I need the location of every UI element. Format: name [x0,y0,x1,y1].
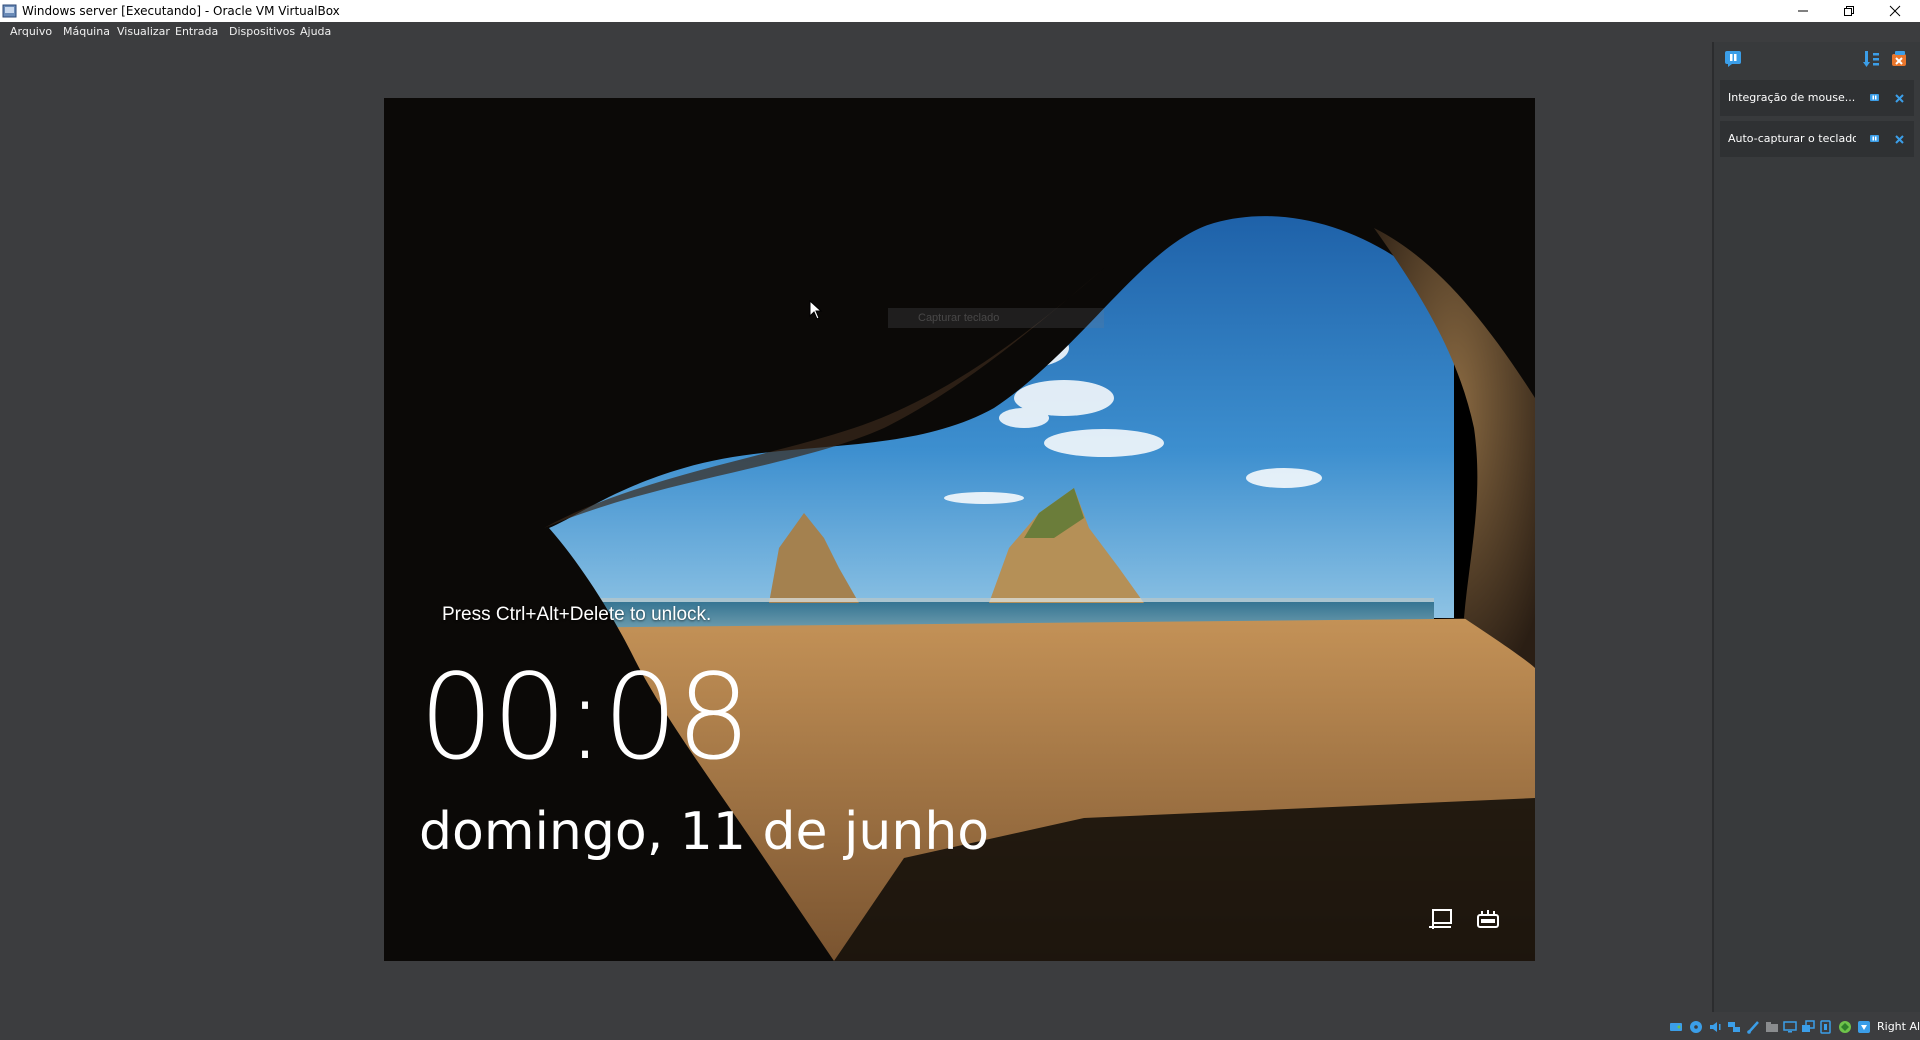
close-all-icon[interactable] [1890,50,1908,68]
network-icon[interactable] [1727,1020,1741,1034]
video-capture-icon[interactable] [1819,1020,1833,1034]
notifications-icon[interactable] [1724,50,1742,68]
menu-arquivo[interactable]: Arquivo [10,22,52,42]
recording-icon[interactable] [1801,1020,1815,1034]
vm-display[interactable]: Capturar teclado Press Ctrl+Alt+Delete t… [384,98,1535,961]
network-icon[interactable] [1426,907,1454,933]
cpu-icon[interactable] [1838,1020,1852,1034]
menu-maquina[interactable]: Máquina [63,22,110,42]
close-button[interactable] [1872,0,1918,22]
audio-icon[interactable] [1708,1020,1722,1034]
mouse-cursor-icon [809,300,823,320]
pin-icon[interactable] [1869,93,1880,104]
menu-entrada[interactable]: Entrada [175,22,218,42]
minimize-icon [1798,10,1808,12]
close-icon[interactable] [1894,134,1905,145]
hard-disk-icon[interactable] [1669,1020,1683,1034]
title-bar: Windows server [Executando] - Oracle VM … [0,0,1920,22]
optical-disk-icon[interactable] [1689,1020,1703,1034]
menu-ajuda[interactable]: Ajuda [300,22,331,42]
menu-dispositivos[interactable]: Dispositivos [229,22,295,42]
shared-folders-icon[interactable] [1765,1020,1779,1034]
menu-bar: Arquivo Máquina Visualizar Entrada Dispo… [0,22,1920,42]
menu-visualizar[interactable]: Visualizar [117,22,170,42]
usb-icon[interactable] [1746,1020,1760,1034]
guest-additions-icon[interactable] [1857,1020,1871,1034]
capture-tooltip: Capturar teclado [888,308,1104,328]
notification-toolbar [1714,42,1920,78]
lock-screen-date: domingo, 11 de junho [419,802,990,862]
notice-mouse-integration[interactable]: Integração de mouse... [1720,80,1914,116]
notice-text: Auto-capturar o teclado... [1728,132,1856,145]
status-bar: Right Alt [0,1012,1920,1040]
pin-icon[interactable] [1869,134,1880,145]
notice-text: Integração de mouse... [1728,91,1856,104]
close-icon[interactable] [1894,93,1905,104]
window-title: Windows server [Executando] - Oracle VM … [22,4,340,18]
sort-icon[interactable] [1862,50,1880,68]
notice-auto-capture-keyboard[interactable]: Auto-capturar o teclado... [1720,121,1914,157]
restore-button[interactable] [1826,0,1872,22]
close-icon [1889,5,1901,17]
lock-screen-time: 00:08 [419,648,751,786]
accessibility-icon[interactable] [1474,907,1502,933]
host-key-indicator[interactable]: Right Alt [1877,1020,1920,1034]
unlock-hint: Press Ctrl+Alt+Delete to unlock. [442,604,712,625]
restore-icon [1844,6,1854,16]
display-icon[interactable] [1783,1020,1797,1034]
minimize-button[interactable] [1780,0,1826,22]
virtualbox-icon [2,4,17,18]
notification-center: Integração de mouse... Auto-capturar o t… [1712,42,1920,1012]
